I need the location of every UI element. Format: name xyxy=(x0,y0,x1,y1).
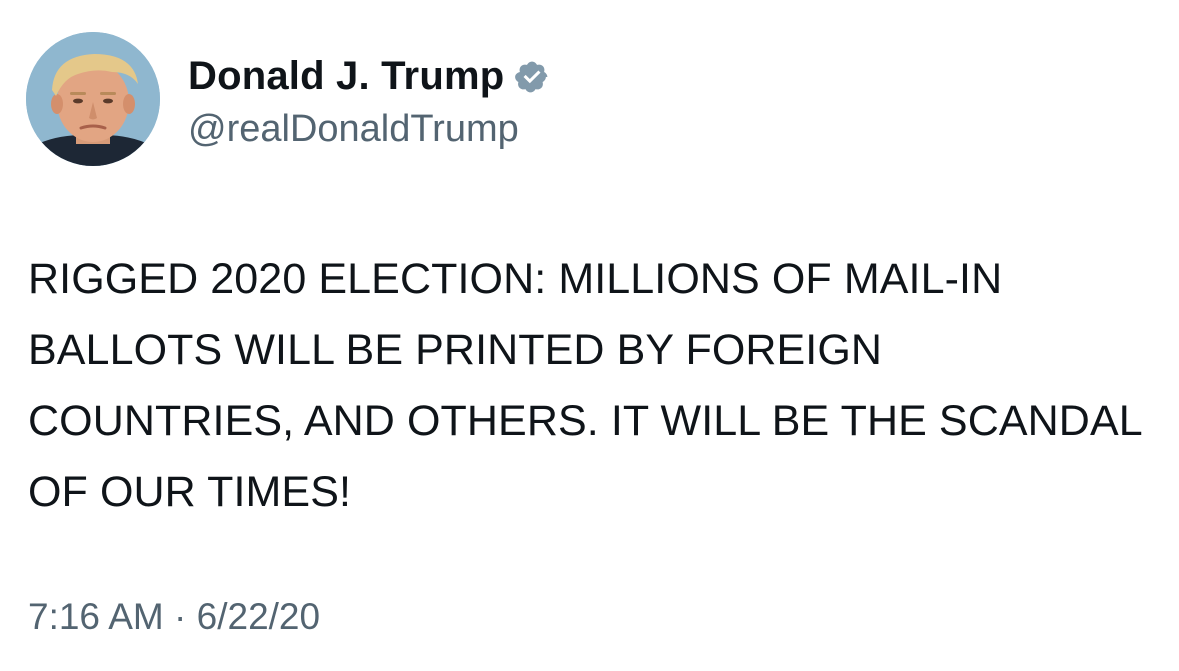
tweet-text: RIGGED 2020 ELECTION: MILLIONS OF MAIL-I… xyxy=(28,255,1142,516)
display-name-row: Donald J. Trump xyxy=(188,48,550,106)
tweet-header: Donald J. Trump @realDonaldTrump xyxy=(26,32,550,166)
tweet-timestamp[interactable]: 7:16 AM · 6/22/20 xyxy=(28,596,320,638)
author-info: Donald J. Trump @realDonaldTrump xyxy=(188,48,550,151)
tweet-card: Donald J. Trump @realDonaldTrump RIGGED … xyxy=(0,0,1179,671)
verified-badge-icon xyxy=(514,59,550,95)
handle[interactable]: @realDonaldTrump xyxy=(188,108,550,151)
avatar[interactable] xyxy=(26,32,160,166)
avatar-portrait xyxy=(26,32,160,166)
display-name[interactable]: Donald J. Trump xyxy=(188,54,504,99)
